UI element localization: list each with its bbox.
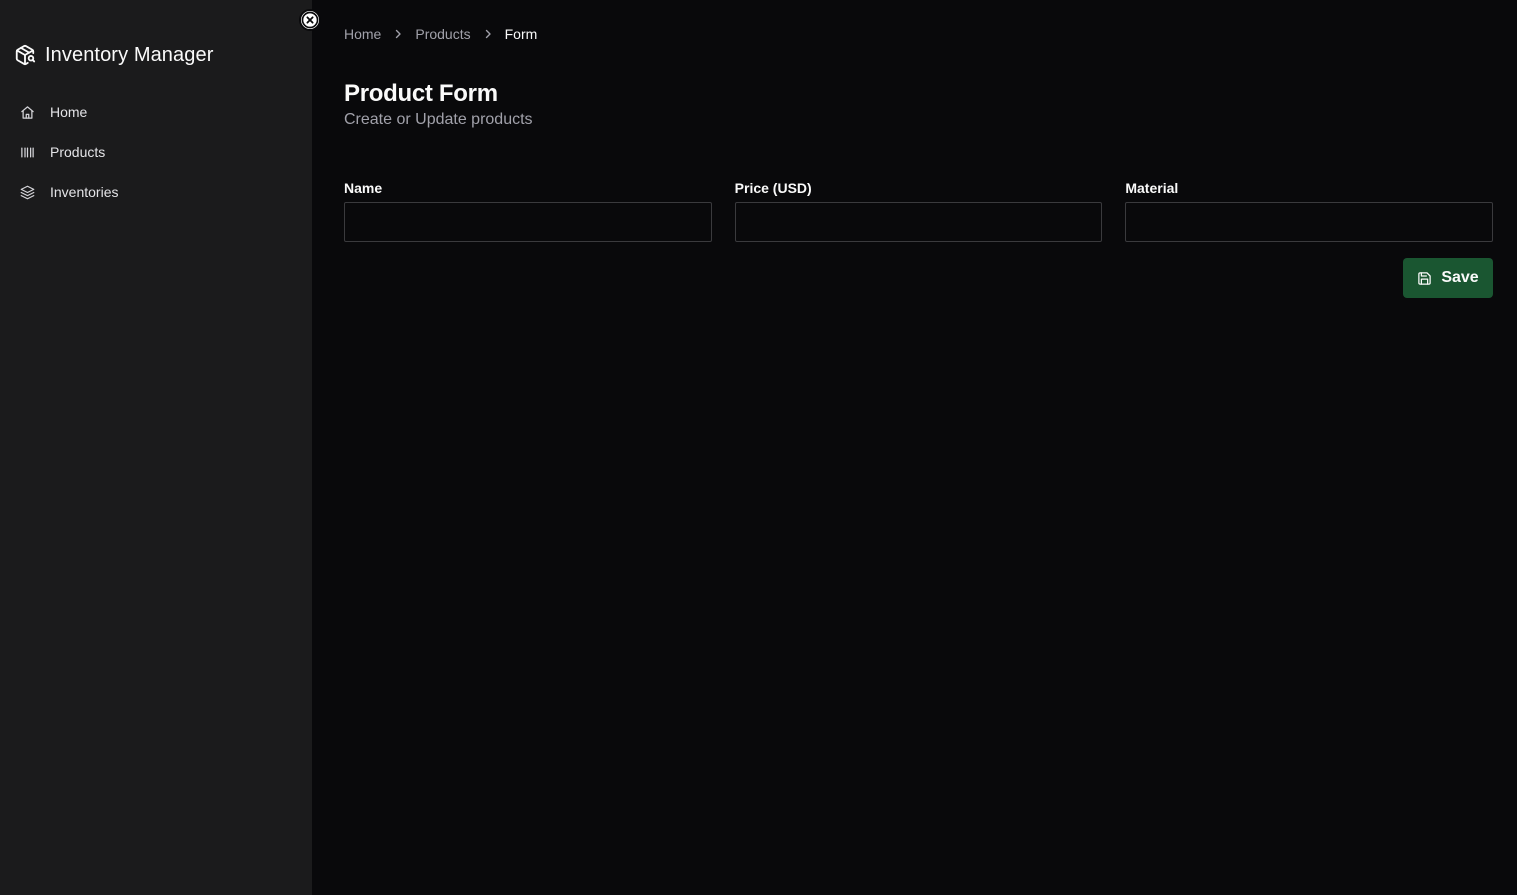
name-label: Name xyxy=(344,180,383,196)
save-button[interactable]: Save xyxy=(1403,258,1493,298)
material-label: Material xyxy=(1125,180,1179,196)
sidebar: Inventory Manager Home Products Inventor… xyxy=(0,0,312,895)
brand: Inventory Manager xyxy=(13,42,213,68)
close-icon xyxy=(301,11,319,29)
save-icon xyxy=(1417,271,1432,286)
package-search-icon xyxy=(13,43,37,67)
sidebar-item-label: Products xyxy=(50,144,106,160)
app-title: Inventory Manager xyxy=(45,43,214,66)
sidebar-item-label: Home xyxy=(50,104,88,120)
close-sidebar-button[interactable] xyxy=(299,9,321,31)
material-field-group: Material xyxy=(1125,180,1494,242)
sidebar-item-inventories[interactable]: Inventories xyxy=(0,172,312,212)
main-content: Home Products Form Product Form Create o… xyxy=(312,0,1517,895)
sidebar-item-products[interactable]: Products xyxy=(0,132,312,172)
price-input[interactable] xyxy=(734,202,1103,242)
home-icon xyxy=(19,104,35,120)
breadcrumb-products[interactable]: Products xyxy=(415,26,470,42)
breadcrumb: Home Products Form xyxy=(344,26,537,42)
chevron-right-icon xyxy=(381,29,415,39)
product-form: Name Price (USD) Material xyxy=(344,180,1494,242)
barcode-icon xyxy=(19,144,35,160)
breadcrumb-current: Form xyxy=(504,26,538,42)
app-root: Inventory Manager Home Products Inventor… xyxy=(0,0,1517,895)
sidebar-item-home[interactable]: Home xyxy=(0,92,312,132)
chevron-right-icon xyxy=(471,29,505,39)
name-field-group: Name xyxy=(344,180,712,242)
page-subtitle: Create or Update products xyxy=(344,111,533,128)
sidebar-nav: Home Products Inventories xyxy=(0,92,312,212)
name-input[interactable] xyxy=(344,202,712,242)
page-title: Product Form xyxy=(344,80,498,107)
breadcrumb-home[interactable]: Home xyxy=(344,26,381,42)
save-button-label: Save xyxy=(1441,269,1479,286)
price-label: Price (USD) xyxy=(734,180,812,196)
sidebar-item-label: Inventories xyxy=(50,184,119,200)
material-input[interactable] xyxy=(1125,202,1494,242)
layers-icon xyxy=(19,184,35,200)
price-field-group: Price (USD) xyxy=(734,180,1103,242)
